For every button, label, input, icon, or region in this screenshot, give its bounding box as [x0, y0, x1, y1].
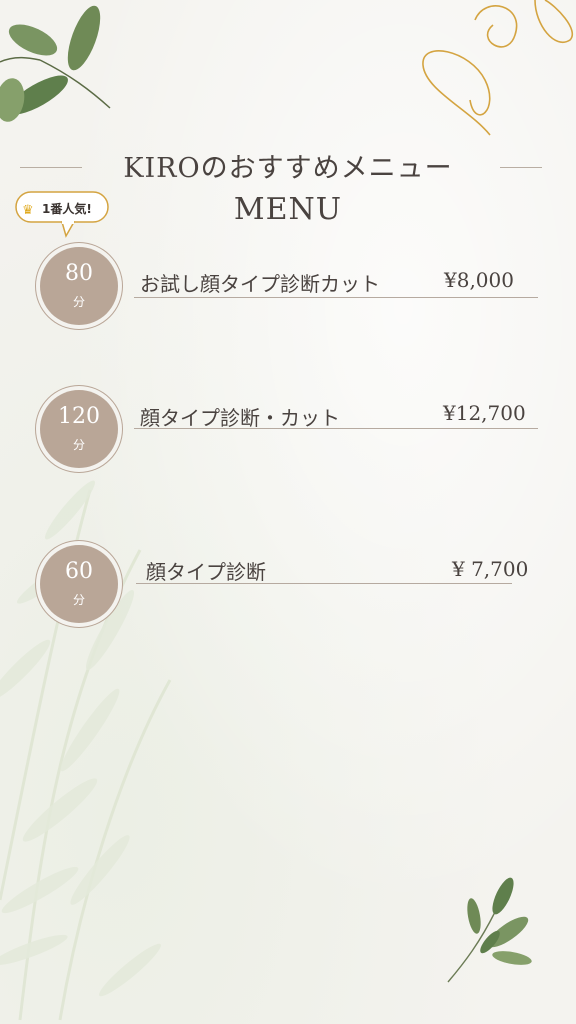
- crown-icon: ♛: [22, 203, 34, 218]
- duration-circle: 60 分: [40, 545, 118, 623]
- duration-value: 80: [65, 261, 93, 286]
- gold-swirl-decoration: [422, 0, 574, 136]
- background-foliage: [0, 480, 172, 1021]
- menu-item-name: 顔タイプ診断・カット: [140, 406, 340, 430]
- duration-unit: 分: [72, 593, 85, 607]
- leaf-sprig-icon: [447, 877, 532, 983]
- leaf-branch-icon: [0, 5, 111, 122]
- menu-item-divider: [134, 297, 538, 298]
- menu-title: KIROのおすすめメニュー: [123, 153, 453, 184]
- duration-unit: 分: [72, 438, 85, 452]
- menu-item-name: お試し顔タイプ診断カット: [140, 272, 380, 296]
- duration-value: 60: [65, 559, 93, 584]
- popular-badge-label: 1番人気!: [42, 202, 92, 216]
- menu-item-name: 顔タイプ診断: [146, 560, 266, 584]
- duration-value: 120: [58, 404, 100, 429]
- duration-unit: 分: [72, 295, 85, 309]
- menu-item-divider: [134, 428, 538, 429]
- menu-item-price: ¥8,000: [444, 268, 514, 292]
- menu-item-divider: [136, 583, 512, 584]
- menu-item-price: ¥ 7,700: [452, 557, 529, 581]
- menu-item-price: ¥12,700: [443, 401, 526, 425]
- duration-circle: 80 分: [40, 247, 118, 325]
- duration-circle: 120 分: [40, 390, 118, 468]
